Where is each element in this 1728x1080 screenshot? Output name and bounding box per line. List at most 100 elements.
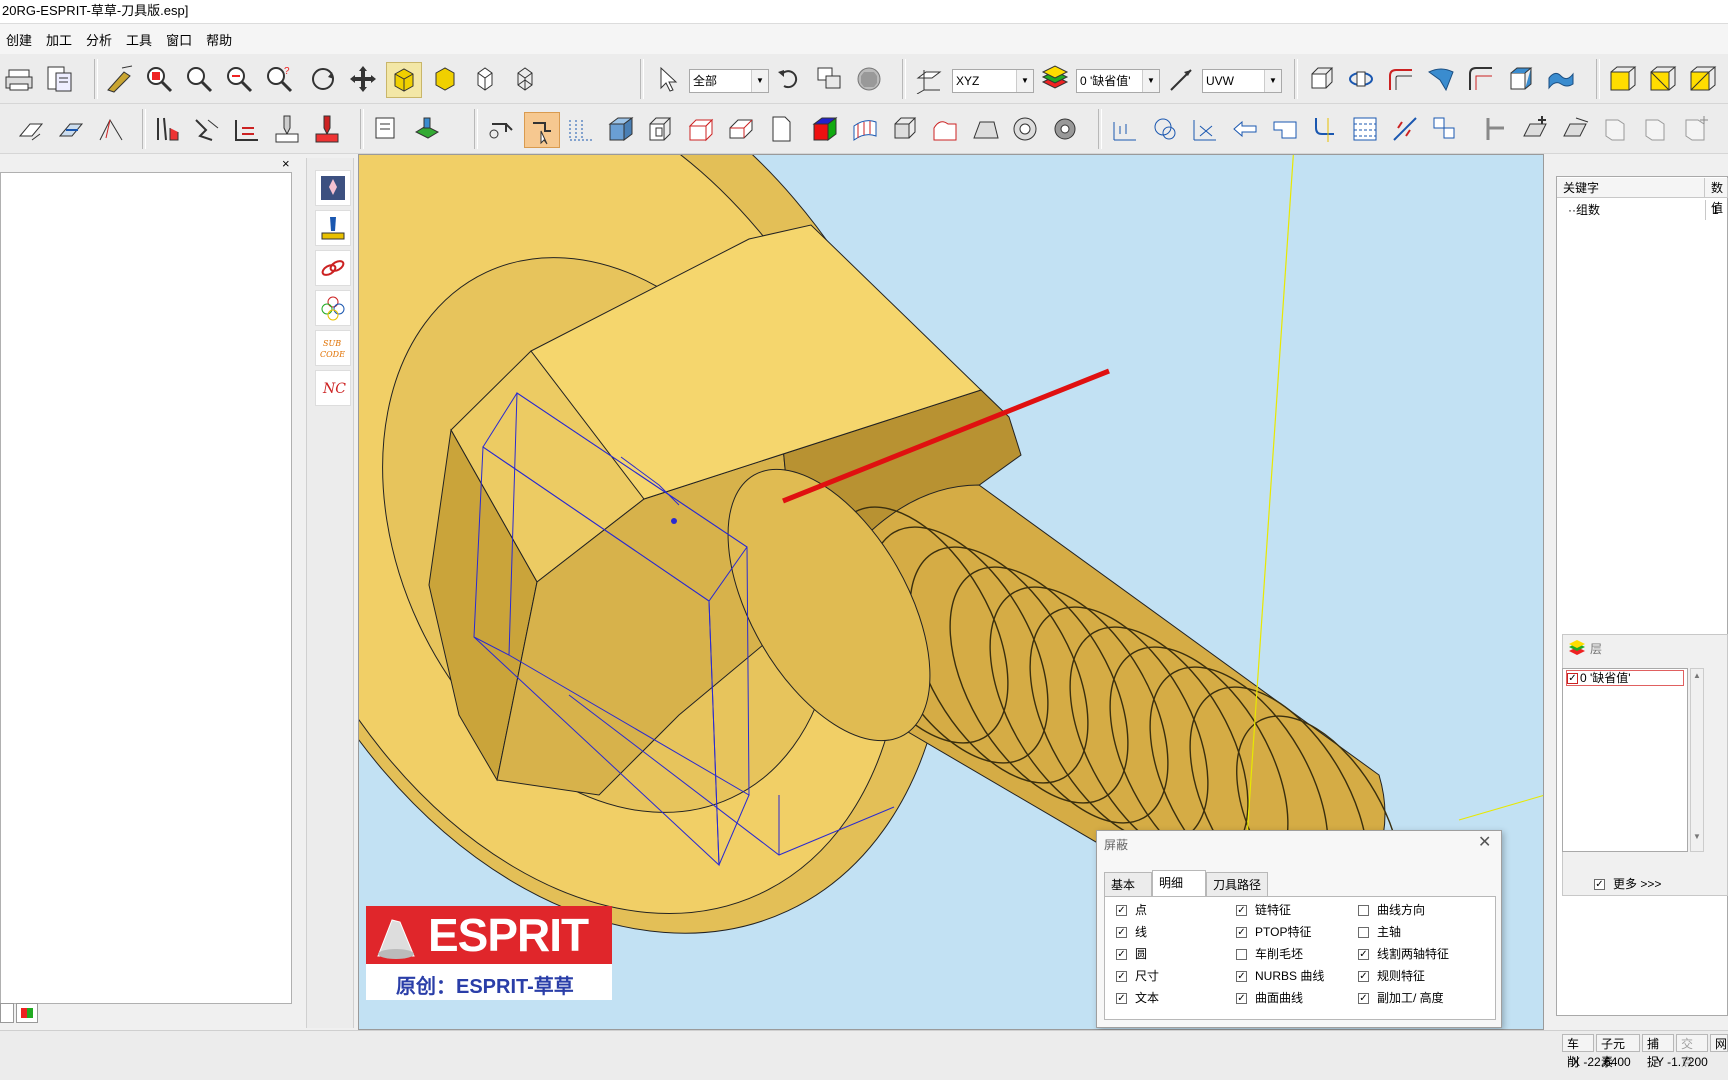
status-mode-turning[interactable]: 车削 [1562, 1034, 1594, 1069]
mask-option[interactable]: ✓ 副加工/ 高度 [1358, 990, 1444, 1006]
status-mode-grid[interactable]: 网格 [1710, 1034, 1728, 1052]
rotate-icon[interactable] [306, 62, 340, 96]
view-profile-icon[interactable] [1384, 62, 1418, 96]
align-icon[interactable] [1478, 112, 1512, 146]
redraw-icon[interactable] [102, 62, 136, 96]
cut-off-icon[interactable] [310, 112, 344, 146]
transform-icon[interactable] [1428, 112, 1462, 146]
menu-create[interactable]: 创建 [6, 30, 32, 49]
arrow-left-icon[interactable] [1228, 112, 1262, 146]
link-icon[interactable] [484, 112, 518, 146]
solid-b-icon[interactable] [1638, 112, 1672, 146]
checkbox-wire-2axis[interactable]: ✓ [1358, 948, 1369, 960]
add-surface-icon[interactable] [1518, 112, 1552, 146]
workplane-icon[interactable] [912, 62, 946, 96]
menu-analysis[interactable]: 分析 [86, 30, 112, 49]
red-box-icon[interactable] [684, 112, 718, 146]
stop-icon[interactable] [852, 62, 886, 96]
curve-surface-icon[interactable] [928, 112, 962, 146]
tab-palette-icon[interactable] [16, 1003, 38, 1023]
dimension-icon[interactable] [1108, 112, 1142, 146]
view-iso-icon[interactable] [1304, 62, 1338, 96]
mask-option[interactable]: ✓ 文本 [1116, 990, 1159, 1006]
extend-icon[interactable] [524, 112, 560, 148]
tab-tree-icon[interactable] [0, 1003, 14, 1023]
groove-icon[interactable] [230, 112, 264, 146]
tab-toolpath[interactable]: 刀具路径 [1206, 872, 1268, 896]
view-cube-icon[interactable] [1504, 62, 1538, 96]
fillet-icon[interactable] [1308, 112, 1342, 146]
simulation-icon[interactable] [410, 112, 444, 146]
mask-option[interactable]: ✓ NURBS 曲线 [1236, 968, 1324, 984]
coord-system-combo[interactable]: XYZ ▼ [952, 69, 1034, 93]
break-icon[interactable] [1388, 112, 1422, 146]
page-icon[interactable] [764, 112, 798, 146]
operation-icon[interactable] [370, 112, 404, 146]
layer-item[interactable]: ✓ 0 '缺省值' [1566, 670, 1684, 686]
view-right-icon[interactable] [1686, 62, 1720, 96]
trim-icon[interactable] [1188, 112, 1222, 146]
checkbox-nurbs-curve[interactable]: ✓ [1236, 970, 1247, 982]
nc-code-icon[interactable]: NC [315, 370, 351, 406]
layers-icon[interactable] [1038, 62, 1072, 96]
status-mode-snap[interactable]: 捕捉 [1642, 1034, 1674, 1069]
checkbox-surface-curve[interactable]: ✓ [1236, 992, 1247, 1004]
layer-visible-checkbox[interactable]: ✓ [1567, 672, 1578, 684]
view-top-icon[interactable] [1606, 62, 1640, 96]
chain-feature-icon[interactable] [54, 112, 88, 146]
mask-option[interactable]: 曲线方向 [1358, 902, 1425, 918]
select-pointer-icon[interactable] [650, 62, 684, 96]
sub-code-icon[interactable]: SUB CODE [315, 330, 351, 366]
thread-icon[interactable] [190, 112, 224, 146]
zoom-window-icon[interactable] [142, 62, 176, 96]
more-checkbox[interactable]: ✓ [1594, 878, 1605, 890]
plane-icon[interactable] [968, 112, 1002, 146]
close-icon[interactable]: × [282, 156, 290, 171]
chamfer-icon[interactable] [724, 112, 758, 146]
mask-option[interactable]: ✓ 曲面曲线 [1236, 990, 1303, 1006]
ptop-icon[interactable] [94, 112, 128, 146]
solid-add-icon[interactable] [1678, 112, 1712, 146]
mask-option[interactable]: 主轴 [1358, 924, 1401, 940]
checkbox-line[interactable]: ✓ [1116, 926, 1127, 938]
mask-option[interactable]: ✓ 尺寸 [1116, 968, 1159, 984]
cube-outline-icon[interactable] [888, 112, 922, 146]
menu-help[interactable]: 帮助 [206, 30, 232, 49]
status-mode-subelement[interactable]: 子元素 [1596, 1034, 1640, 1069]
print-icon[interactable] [2, 62, 36, 96]
boolean-icon[interactable] [644, 112, 678, 146]
mask-option[interactable]: ✓ 圆 [1116, 946, 1147, 962]
zoom-out-icon[interactable] [222, 62, 256, 96]
prop-row-value[interactable]: 1 [1705, 200, 1728, 220]
mask-option[interactable]: ✓ 点 [1116, 902, 1147, 918]
mask-option[interactable]: ✓ 线 [1116, 924, 1147, 940]
status-mode-intersect[interactable]: 交点 [1676, 1034, 1708, 1069]
checkbox-spindle[interactable] [1358, 926, 1369, 938]
filter-combo[interactable]: 全部 ▼ [689, 69, 769, 93]
mask-option[interactable]: ✓ PTOP特征 [1236, 924, 1311, 940]
grid-lines-icon[interactable] [564, 112, 598, 146]
wireframe-icon[interactable] [508, 62, 542, 96]
print-preview-icon[interactable] [42, 62, 76, 96]
color-cube-icon[interactable] [808, 112, 842, 146]
rocket-icon[interactable] [315, 170, 351, 206]
checkbox-point[interactable]: ✓ [1116, 904, 1127, 916]
checkbox-ptop-feature[interactable]: ✓ [1236, 926, 1247, 938]
torus-icon[interactable] [1008, 112, 1042, 146]
shaded-icon[interactable] [386, 62, 422, 98]
hidden-line-icon[interactable] [468, 62, 502, 96]
menu-tools[interactable]: 工具 [126, 30, 152, 49]
view-section-icon[interactable] [1464, 62, 1498, 96]
turning-icon[interactable] [150, 112, 184, 146]
view-front-icon[interactable] [1646, 62, 1680, 96]
checkbox-turning-stock[interactable] [1236, 948, 1247, 960]
more-option[interactable]: ✓ 更多 >>> [1594, 876, 1661, 892]
uvw-axis-icon[interactable] [1164, 62, 1198, 96]
layer-combo[interactable]: 0 '缺省值' ▼ [1076, 69, 1160, 93]
mask-option[interactable]: ✓ 线割两轴特征 [1358, 946, 1449, 962]
surface-icon[interactable] [1424, 62, 1458, 96]
hatch-icon[interactable] [1348, 112, 1382, 146]
circle-tool-icon[interactable] [1148, 112, 1182, 146]
mask-option[interactable]: ✓ 链特征 [1236, 902, 1291, 918]
mask-option[interactable]: 车削毛坯 [1236, 946, 1303, 962]
